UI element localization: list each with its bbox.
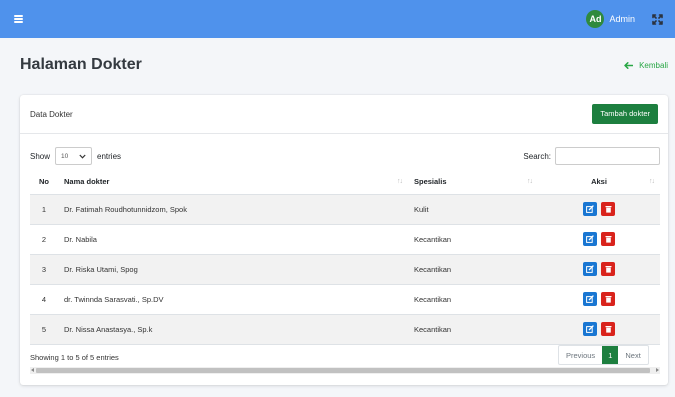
edit-button[interactable] [583,232,597,246]
avatar[interactable]: Ad [586,10,605,28]
sort-icon: ↑↓ [397,178,403,185]
cell-no: 3 [30,254,58,285]
edit-button[interactable] [583,262,597,276]
cell-specialty: Kecantikan [408,284,538,315]
show-label: Show [30,151,51,161]
header-specialty-label: Spesialis [414,177,447,187]
user-menu[interactable]: Ad Admin [586,10,663,28]
table-row: 5 Dr. Nissa Anastasya., Sp.k Kecantikan [30,314,660,345]
cell-name: dr. Twinnda Sarasvati., Sp.DV [58,284,408,315]
pagination: Previous 1 Next [558,345,649,365]
cell-specialty: Kecantikan [408,224,538,255]
sort-icon: ↑↓ [527,178,533,185]
edit-icon [586,265,594,273]
trash-icon [605,206,611,213]
scrollbar-thumb[interactable] [36,368,650,373]
cell-actions [538,314,660,345]
table-row: 3 Dr. Riska Utami, Spog Kecantikan [30,254,660,285]
doctor-card: Data Dokter Tambah dokter Show 10 entrie… [20,95,668,385]
doctor-table: No Nama dokter ↑↓ Spesialis ↑↓ Aksi ↑↓ 1… [30,170,660,345]
cell-specialty: Kecantikan [408,254,538,285]
horizontal-scrollbar[interactable] [30,367,660,374]
delete-button[interactable] [601,262,615,276]
back-link[interactable]: Kembali [624,61,668,70]
page-length-value: 10 [61,152,69,160]
edit-button[interactable] [583,202,597,216]
card-title: Data Dokter [30,109,73,119]
edit-button[interactable] [583,322,597,336]
cell-name: Dr. Fatimah Roudhotunnidzom, Spok [58,194,408,225]
edit-icon [586,325,594,333]
top-navbar: Ad Admin [0,0,675,38]
header-no[interactable]: No [30,170,58,195]
search-wrap: Search: [523,147,660,165]
header-actions-label: Aksi [591,177,607,187]
card-header: Data Dokter Tambah dokter [20,95,668,134]
page-1-button[interactable]: 1 [602,346,619,364]
scroll-left-icon[interactable] [31,368,34,372]
table-row: 4 dr. Twinnda Sarasvati., Sp.DV Kecantik… [30,284,660,315]
cell-no: 5 [30,314,58,345]
chevron-down-icon [79,154,86,159]
cell-name: Dr. Nissa Anastasya., Sp.k [58,314,408,345]
entries-label: entries [97,151,122,161]
edit-icon [586,235,594,243]
header-actions[interactable]: Aksi ↑↓ [538,170,660,195]
cell-actions [538,254,660,285]
trash-icon [605,236,611,243]
search-input[interactable] [555,147,660,165]
trash-icon [605,266,611,273]
expand-icon[interactable] [651,13,663,25]
delete-button[interactable] [601,292,615,306]
add-doctor-button[interactable]: Tambah dokter [592,104,658,124]
header-name[interactable]: Nama dokter ↑↓ [58,170,408,195]
previous-button[interactable]: Previous [559,346,602,364]
header-specialty[interactable]: Spesialis ↑↓ [408,170,538,195]
delete-button[interactable] [601,202,615,216]
scroll-right-icon[interactable] [656,368,659,372]
edit-button[interactable] [583,292,597,306]
page-title: Halaman Dokter [20,56,142,73]
page-length-select[interactable]: 10 [55,147,93,165]
table-header-row: No Nama dokter ↑↓ Spesialis ↑↓ Aksi ↑↓ [30,170,660,195]
trash-icon [605,296,611,303]
cell-name: Dr. Riska Utami, Spog [58,254,408,285]
next-button[interactable]: Next [618,346,647,364]
table-row: 1 Dr. Fatimah Roudhotunnidzom, Spok Kuli… [30,194,660,225]
sort-icon: ↑↓ [649,178,655,185]
edit-icon [586,205,594,213]
cell-specialty: Kecantikan [408,314,538,345]
header-name-label: Nama dokter [64,177,110,187]
table-row: 2 Dr. Nabila Kecantikan [30,224,660,255]
cell-no: 1 [30,194,58,225]
cell-actions [538,224,660,255]
back-link-label[interactable]: Kembali [639,61,668,70]
search-label: Search: [523,151,551,161]
cell-no: 2 [30,224,58,255]
table-info: Showing 1 to 5 of 5 entries [30,353,119,362]
trash-icon [605,326,611,333]
cell-no: 4 [30,284,58,315]
cell-specialty: Kulit [408,194,538,225]
cell-name: Dr. Nabila [58,224,408,255]
delete-button[interactable] [601,322,615,336]
table-controls: Show 10 entries Search: [30,146,660,166]
cell-actions [538,284,660,315]
menu-icon[interactable] [14,15,23,23]
cell-actions [538,194,660,225]
edit-icon [586,295,594,303]
user-name[interactable]: Admin [609,14,635,24]
delete-button[interactable] [601,232,615,246]
arrow-left-icon [624,62,634,69]
